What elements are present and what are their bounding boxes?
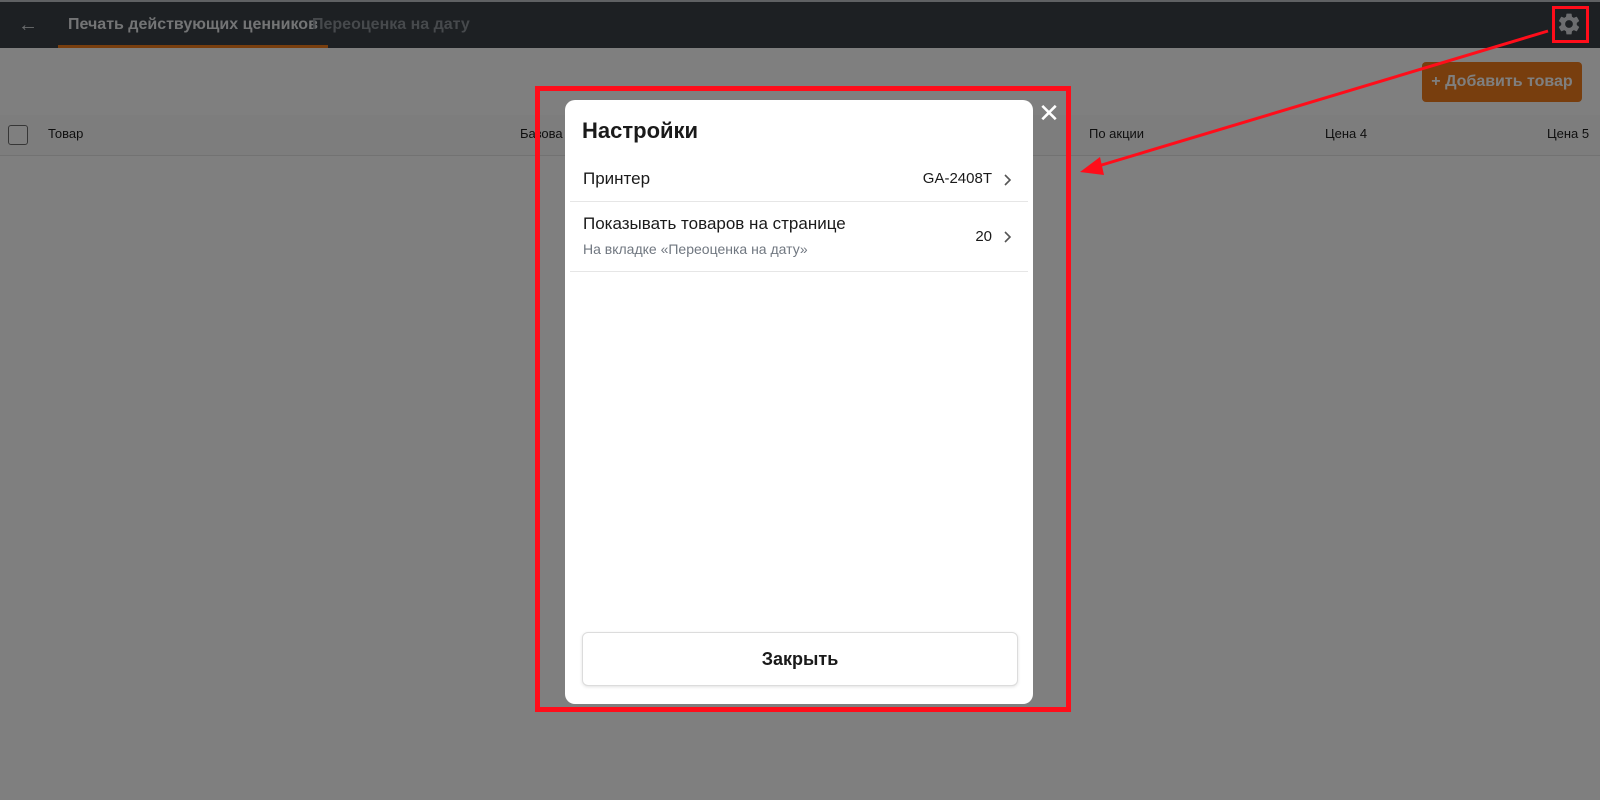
annotation-highlight-gear — [1552, 6, 1589, 43]
app-window: ← Печать действующих ценников Переоценка… — [0, 0, 1600, 800]
annotation-highlight-modal — [535, 86, 1071, 712]
